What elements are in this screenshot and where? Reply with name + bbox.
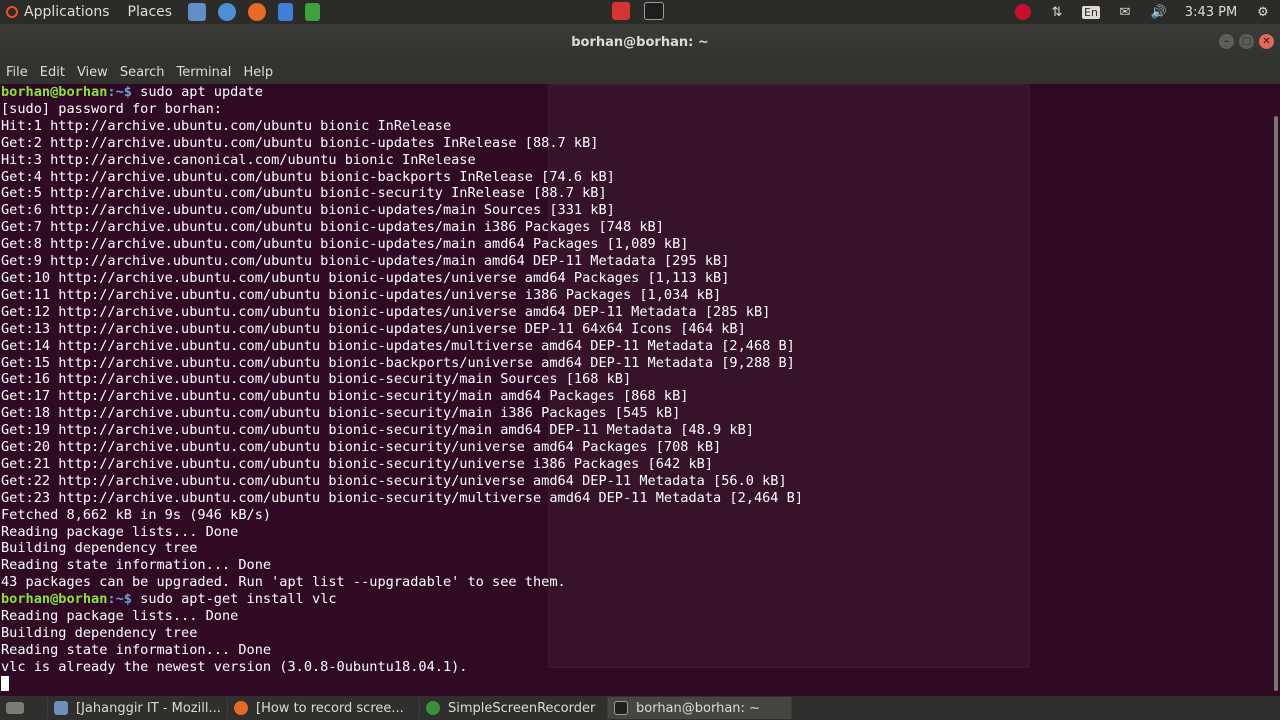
terminal-output-line: Get:14 http://archive.ubuntu.com/ubuntu … <box>1 337 795 354</box>
prompt-path: :~$ <box>107 84 132 100</box>
places-menu[interactable]: Places <box>122 4 177 20</box>
prompt-path: :~$ <box>107 591 132 608</box>
task-label: [Jahanggir IT - Mozill... <box>76 700 221 716</box>
menu-file[interactable]: File <box>0 65 34 80</box>
taskbar: [Jahanggir IT - Mozill... [How to record… <box>0 696 1280 720</box>
minimize-button[interactable]: – <box>1219 34 1234 49</box>
task-terminal[interactable]: borhan@borhan: ~ <box>608 697 792 719</box>
task-simplescreenrecorder[interactable]: SimpleScreenRecorder <box>420 697 608 719</box>
terminal-output[interactable]: borhan@borhan:~$ sudo apt update [sudo] p… <box>0 84 1280 696</box>
terminal-output-line: Fetched 8,662 kB in 9s (946 kB/s) <box>1 506 272 523</box>
terminal-icon <box>614 701 628 715</box>
chromium-launcher-icon[interactable] <box>218 3 237 21</box>
terminal-output-line: Get:7 http://archive.ubuntu.com/ubuntu b… <box>1 219 664 236</box>
terminal-output-line: Get:22 http://archive.ubuntu.com/ubuntu … <box>1 472 787 489</box>
terminal-output-line: Building dependency tree <box>1 540 198 557</box>
keyboard-layout-indicator[interactable]: En <box>1074 0 1108 24</box>
gear-icon[interactable]: ⚙ <box>1246 0 1280 24</box>
places-label: Places <box>127 4 173 20</box>
terminal-output-line: [sudo] password for borhan: <box>1 100 222 117</box>
terminal-output-line: Get:5 http://archive.ubuntu.com/ubuntu b… <box>1 185 607 202</box>
prompt-user: borhan@borhan <box>1 591 108 608</box>
thunderbird-launcher-icon[interactable] <box>188 3 207 21</box>
terminal-output-line: Reading package lists... Done <box>1 608 239 625</box>
show-desktop-icon <box>6 702 24 714</box>
terminal-output-line: Get:20 http://archive.ubuntu.com/ubuntu … <box>1 439 722 456</box>
terminal-output-line: Get:4 http://archive.ubuntu.com/ubuntu b… <box>1 168 615 185</box>
menu-search[interactable]: Search <box>114 65 171 80</box>
terminal-output-line: Get:21 http://archive.ubuntu.com/ubuntu … <box>1 455 714 472</box>
prompt-user: borhan@borhan <box>1 84 108 100</box>
terminal-output-line: Get:10 http://archive.ubuntu.com/ubuntu … <box>1 269 730 286</box>
terminal-output-line: Building dependency tree <box>1 625 198 641</box>
terminal-launcher-icon[interactable] <box>644 2 664 20</box>
terminal-scrollbar[interactable] <box>1274 116 1278 691</box>
terminal-output-line: Get:23 http://archive.ubuntu.com/ubuntu … <box>1 489 804 506</box>
show-desktop-button[interactable] <box>0 697 48 719</box>
window-title: borhan@borhan: ~ <box>571 34 709 50</box>
task-label: SimpleScreenRecorder <box>448 700 596 716</box>
terminal-output-line: Reading state information... Done <box>1 641 272 658</box>
menubar: File Edit View Search Terminal Help <box>0 60 1280 84</box>
text-cursor <box>1 675 9 691</box>
applications-label: Applications <box>24 4 110 20</box>
clock[interactable]: 3:43 PM <box>1176 5 1246 20</box>
terminal-prompt-line: borhan@borhan:~$ sudo apt update <box>1 84 803 101</box>
command-text: sudo apt-get install vlc <box>131 591 337 608</box>
menu-help[interactable]: Help <box>237 65 279 80</box>
network-icon[interactable]: ⇅ <box>1040 0 1074 24</box>
task-jahanggir-it[interactable]: [Jahanggir IT - Mozill... <box>48 697 228 719</box>
ubuntu-logo-icon <box>6 6 18 18</box>
task-how-to-record[interactable]: [How to record scree... <box>228 697 420 719</box>
top-panel: Applications Places ⇅ En ✉ 🔊 3:43 PM ⚙ <box>0 0 1280 24</box>
terminal-output-line: Get:11 http://archive.ubuntu.com/ubuntu … <box>1 286 722 303</box>
firefox-launcher-icon[interactable] <box>248 3 267 21</box>
window-titlebar[interactable]: borhan@borhan: ~ – □ ✕ <box>0 24 1280 60</box>
command-text: sudo apt update <box>131 84 263 100</box>
applications-menu[interactable]: Applications <box>0 4 114 20</box>
terminal-lines: borhan@borhan:~$ sudo apt update [sudo] p… <box>1 84 803 693</box>
close-button[interactable]: ✕ <box>1259 34 1274 49</box>
record-indicator-icon[interactable] <box>1006 0 1040 24</box>
terminal-output-line: Reading state information... Done <box>1 557 272 574</box>
writer-launcher-icon[interactable] <box>278 3 294 21</box>
task-label: [How to record scree... <box>256 700 404 716</box>
menu-view[interactable]: View <box>71 65 114 80</box>
terminal-output-line: Get:19 http://archive.ubuntu.com/ubuntu … <box>1 422 754 439</box>
terminal-output-line: Get:8 http://archive.ubuntu.com/ubuntu b… <box>1 236 689 253</box>
terminal-output-line: Hit:3 http://archive.canonical.com/ubunt… <box>1 151 476 168</box>
terminal-output-line: Get:16 http://archive.ubuntu.com/ubuntu … <box>1 371 632 388</box>
calc-launcher-icon[interactable] <box>305 3 321 21</box>
terminal-output-line: 43 packages can be upgraded. Run 'apt li… <box>1 574 566 591</box>
terminal-output-line: Hit:1 http://archive.ubuntu.com/ubuntu b… <box>1 117 452 134</box>
terminal-output-line: Get:17 http://archive.ubuntu.com/ubuntu … <box>1 388 689 405</box>
terminal-output-line: Get:12 http://archive.ubuntu.com/ubuntu … <box>1 303 771 320</box>
terminal-output-line: Reading package lists... Done <box>1 523 239 540</box>
terminal-output-line: Get:15 http://archive.ubuntu.com/ubuntu … <box>1 354 795 371</box>
terminal-output-line: Get:18 http://archive.ubuntu.com/ubuntu … <box>1 405 681 422</box>
mail-icon[interactable]: ✉ <box>1108 0 1142 24</box>
window-icon <box>54 701 68 715</box>
terminal-output-line: Get:9 http://archive.ubuntu.com/ubuntu b… <box>1 253 730 270</box>
terminal-output-line: Get:6 http://archive.ubuntu.com/ubuntu b… <box>1 202 615 219</box>
terminal-cursor-line <box>1 675 803 693</box>
terminal-prompt-line: borhan@borhan:~$ sudo apt-get install vl… <box>1 591 803 608</box>
terminal-output-line: Get:13 http://archive.ubuntu.com/ubuntu … <box>1 320 746 337</box>
menu-terminal[interactable]: Terminal <box>170 65 237 80</box>
menu-edit[interactable]: Edit <box>34 65 71 80</box>
task-label: borhan@borhan: ~ <box>636 700 760 716</box>
recorder-icon <box>426 701 440 715</box>
maximize-button[interactable]: □ <box>1239 34 1254 49</box>
terminal-output-line: vlc is already the newest version (3.0.8… <box>1 658 468 675</box>
terminal-output-line: Get:2 http://archive.ubuntu.com/ubuntu b… <box>1 134 599 151</box>
recorder-tray-icon[interactable] <box>612 2 630 20</box>
firefox-icon <box>234 701 248 715</box>
volume-icon[interactable]: 🔊 <box>1142 0 1176 24</box>
